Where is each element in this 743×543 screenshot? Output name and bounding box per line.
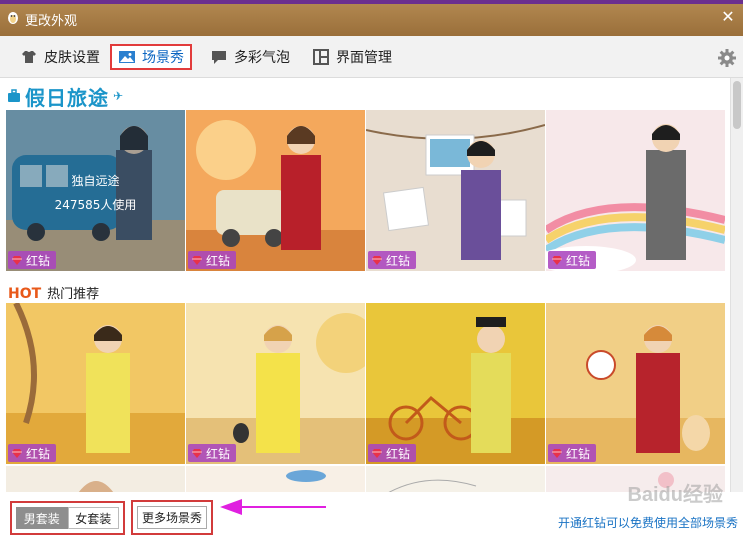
scrollbar-thumb[interactable] [733, 81, 741, 129]
airplane-icon: ✈ [113, 89, 124, 103]
picture-icon [119, 51, 135, 63]
scene-card-lone-journey[interactable]: 独自远途 247585人使用 红钻 [6, 110, 185, 271]
layout-icon [313, 49, 329, 65]
tshirt-icon [22, 51, 36, 63]
hot-recommend-heading: HOT 热门推荐 [8, 283, 99, 302]
scene-card[interactable]: 红钻 [366, 303, 545, 464]
badge-label: 红钻 [566, 446, 591, 461]
red-diamond-icon [192, 255, 202, 265]
suitcase-icon [8, 89, 20, 102]
badge-label: 红钻 [26, 253, 51, 268]
tab-scene-show[interactable]: 场景秀 [110, 44, 192, 70]
female-outfit-button[interactable]: 女套装 [67, 507, 119, 529]
badge-label: 红钻 [26, 446, 51, 461]
badge-label: 红钻 [386, 446, 411, 461]
scene-image [546, 303, 725, 464]
red-diamond-badge: 红钻 [188, 444, 237, 462]
red-diamond-badge: 红钻 [548, 251, 597, 269]
gear-icon[interactable] [717, 48, 737, 68]
scene-card[interactable] [6, 466, 185, 492]
scene-card[interactable] [366, 466, 545, 492]
hot-badge: HOT [8, 286, 42, 302]
scene-name: 独自远途 [71, 174, 120, 188]
gender-filter-group: 男套装 女套装 [10, 501, 125, 535]
baidu-watermark: Baidu经验 [627, 484, 723, 506]
qq-penguin-icon [8, 12, 18, 24]
red-diamond-icon [552, 255, 562, 265]
scene-image [6, 466, 185, 492]
red-diamond-badge: 红钻 [8, 251, 57, 269]
speech-bubble-icon [212, 51, 226, 64]
badge-label: 红钻 [206, 253, 231, 268]
scene-user-count: 247585人使用 [54, 198, 137, 212]
scene-image [366, 110, 545, 271]
tab-label: 场景秀 [142, 50, 184, 66]
scene-card[interactable]: 红钻 [186, 110, 365, 271]
footer-bar: Baidu经验 男套装 女套装 更多场景秀 开通红钻可以免费使用全部场景秀 [0, 484, 743, 543]
badge-label: 红钻 [206, 446, 231, 461]
tab-label: 多彩气泡 [234, 50, 290, 66]
red-diamond-badge: 红钻 [368, 251, 417, 269]
red-diamond-badge: 红钻 [8, 444, 57, 462]
vip-promo-link[interactable]: 开通红钻可以免费使用全部场景秀 [558, 514, 738, 531]
scene-image [546, 110, 725, 271]
scene-card[interactable]: 红钻 [366, 110, 545, 271]
scene-image [186, 303, 365, 464]
more-scenes-highlight: 更多场景秀 [131, 500, 213, 535]
scene-image [366, 466, 545, 492]
scene-image [6, 303, 185, 464]
window-title: 更改外观 [25, 14, 78, 29]
red-diamond-icon [192, 448, 202, 458]
tab-interface-management[interactable]: 界面管理 [312, 44, 392, 70]
vertical-scrollbar[interactable] [730, 78, 743, 492]
scene-card[interactable]: 红钻 [546, 110, 725, 271]
red-diamond-icon [372, 255, 382, 265]
holiday-row: 独自远途 247585人使用 红钻 红钻 红钻 红钻 [6, 110, 726, 271]
hot-recommend-row: 红钻 红钻 红钻 红钻 [6, 303, 726, 464]
badge-label: 红钻 [566, 253, 591, 268]
red-diamond-badge: 红钻 [368, 444, 417, 462]
scene-row-partial [6, 466, 726, 492]
scene-card[interactable]: 红钻 [546, 303, 725, 464]
tab-skin-settings[interactable]: 皮肤设置 [20, 44, 100, 70]
scene-hover-overlay: 独自远途 247585人使用 [6, 110, 185, 271]
tab-label: 皮肤设置 [44, 50, 100, 66]
scene-card[interactable] [186, 466, 365, 492]
title-bar: 更改外观 ✕ [0, 0, 743, 36]
more-scenes-button[interactable]: 更多场景秀 [137, 506, 207, 529]
scene-gallery: 假日旅途 ✈ 独自远途 247585人使用 红钻 红钻 红钻 红钻 HOT 热门… [0, 78, 730, 492]
close-icon[interactable]: ✕ [719, 8, 737, 26]
tab-colorful-bubble[interactable]: 多彩气泡 [210, 44, 290, 70]
red-diamond-badge: 红钻 [188, 251, 237, 269]
red-diamond-icon [12, 448, 22, 458]
holiday-banner-title: 假日旅途 [25, 85, 109, 110]
scene-image [366, 303, 545, 464]
tab-label: 界面管理 [336, 50, 392, 66]
scene-image [186, 466, 365, 492]
male-outfit-button[interactable]: 男套装 [16, 507, 68, 529]
red-diamond-icon [372, 448, 382, 458]
scene-image [186, 110, 365, 271]
title-bar-top-strip [0, 0, 743, 4]
badge-label: 红钻 [386, 253, 411, 268]
red-diamond-badge: 红钻 [548, 444, 597, 462]
scene-card[interactable]: 红钻 [186, 303, 365, 464]
scene-card[interactable]: 红钻 [6, 303, 185, 464]
tab-bar: 皮肤设置 场景秀 多彩气泡 界面管理 [0, 36, 743, 78]
hot-recommend-label: 热门推荐 [47, 287, 100, 302]
pointer-arrow-icon [220, 499, 326, 515]
red-diamond-icon [552, 448, 562, 458]
red-diamond-icon [12, 255, 22, 265]
holiday-banner: 假日旅途 ✈ [7, 82, 123, 110]
